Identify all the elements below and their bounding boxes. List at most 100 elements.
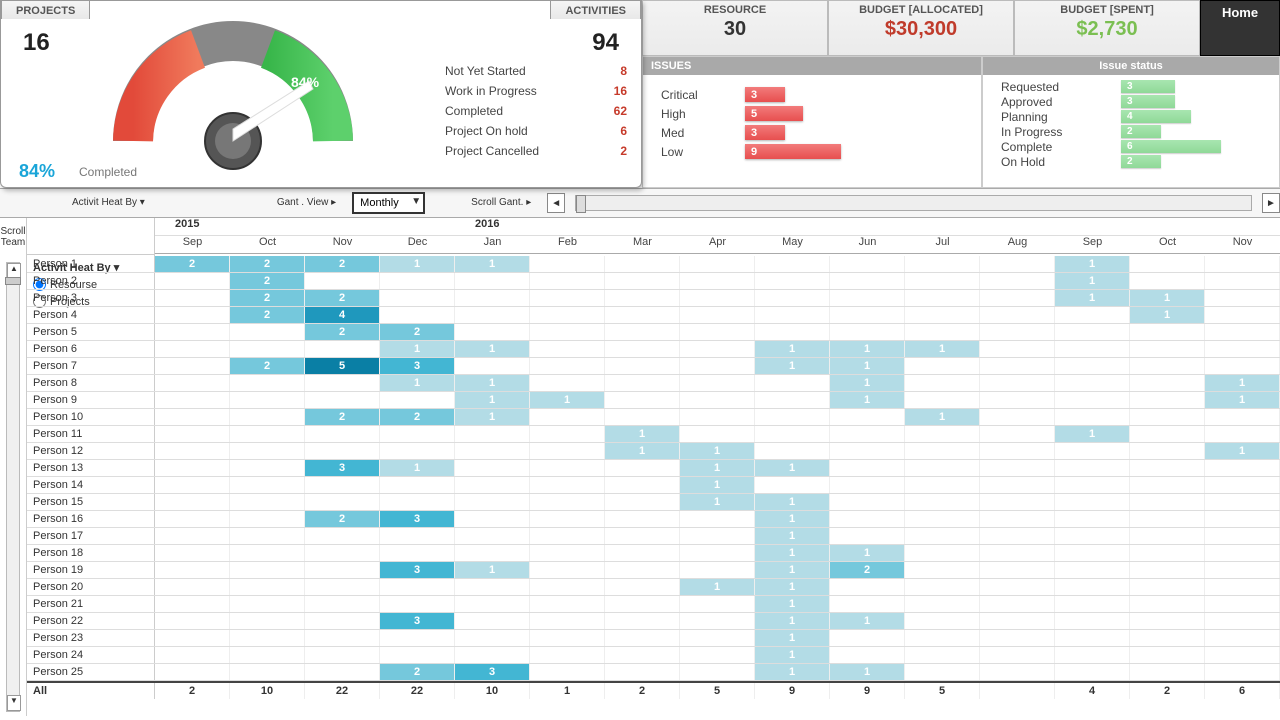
heatmap-cell[interactable] [530, 528, 605, 544]
heatmap-cell[interactable] [830, 409, 905, 425]
heatmap-cell[interactable] [155, 562, 230, 578]
heatmap-cell[interactable] [530, 273, 605, 289]
heatmap-cell[interactable] [1055, 307, 1130, 323]
heatmap-cell[interactable] [605, 409, 680, 425]
heatmap-cell[interactable] [680, 562, 755, 578]
heatmap-cell[interactable] [305, 630, 380, 646]
heatmap-cell[interactable] [605, 477, 680, 493]
person-name[interactable]: Person 15 [27, 494, 155, 510]
heatmap-cell[interactable] [755, 375, 830, 391]
heatmap-cell[interactable] [605, 579, 680, 595]
heatmap-cell[interactable] [380, 545, 455, 561]
heatmap-cell[interactable] [680, 630, 755, 646]
heatmap-cell[interactable] [455, 477, 530, 493]
heatmap-cell[interactable] [905, 528, 980, 544]
heatmap-cell[interactable] [155, 494, 230, 510]
heatmap-cell[interactable] [680, 511, 755, 527]
heatmap-cell[interactable] [980, 443, 1055, 459]
heatmap-cell[interactable]: 1 [1055, 256, 1130, 272]
heatmap-cell[interactable] [230, 460, 305, 476]
heatmap-cell[interactable]: 2 [305, 290, 380, 306]
heatmap-cell[interactable]: 1 [380, 375, 455, 391]
heatmap-cell[interactable] [1130, 256, 1205, 272]
heatmap-cell[interactable] [455, 579, 530, 595]
heatmap-cell[interactable]: 1 [455, 375, 530, 391]
person-name[interactable]: Person 9 [27, 392, 155, 408]
heatmap-cell[interactable] [905, 375, 980, 391]
heatmap-cell[interactable] [1130, 562, 1205, 578]
heatmap-cell[interactable] [755, 307, 830, 323]
heatmap-cell[interactable] [305, 528, 380, 544]
heatmap-cell[interactable]: 1 [755, 358, 830, 374]
heatmap-cell[interactable]: 1 [1130, 290, 1205, 306]
heatmap-cell[interactable] [530, 426, 605, 442]
heatmap-cell[interactable] [1130, 392, 1205, 408]
gant-view-label[interactable]: Gant . View ▸ [277, 198, 336, 208]
heatmap-cell[interactable] [1055, 613, 1130, 629]
heatmap-cell[interactable] [605, 613, 680, 629]
heatmap-cell[interactable]: 1 [455, 562, 530, 578]
heatmap-cell[interactable] [380, 647, 455, 663]
heatmap-cell[interactable] [305, 426, 380, 442]
person-name[interactable]: Person 5 [27, 324, 155, 340]
heatmap-cell[interactable] [830, 256, 905, 272]
heatmap-cell[interactable] [1205, 358, 1280, 374]
heatmap-cell[interactable]: 1 [380, 256, 455, 272]
heatmap-cell[interactable] [980, 307, 1055, 323]
heatmap-cell[interactable] [455, 290, 530, 306]
heatmap-cell[interactable] [455, 528, 530, 544]
heatmap-cell[interactable] [230, 528, 305, 544]
heatmap-cell[interactable] [455, 596, 530, 612]
person-name[interactable]: Person 10 [27, 409, 155, 425]
heatmap-cell[interactable] [980, 460, 1055, 476]
heatmap-cell[interactable] [830, 630, 905, 646]
heatmap-cell[interactable] [155, 528, 230, 544]
heatmap-cell[interactable] [530, 290, 605, 306]
heatmap-cell[interactable] [1205, 664, 1280, 680]
heatmap-cell[interactable] [380, 290, 455, 306]
person-name[interactable]: Person 1 [27, 256, 155, 272]
heatmap-cell[interactable]: 1 [455, 392, 530, 408]
heatmap-cell[interactable] [305, 545, 380, 561]
heatmap-cell[interactable] [1055, 545, 1130, 561]
activities-tab[interactable]: ACTIVITIES [550, 0, 641, 19]
heatmap-cell[interactable] [980, 256, 1055, 272]
heatmap-cell[interactable] [905, 511, 980, 527]
heatmap-cell[interactable] [1130, 511, 1205, 527]
heatmap-cell[interactable] [1205, 511, 1280, 527]
heatmap-cell[interactable] [305, 664, 380, 680]
home-button[interactable]: Home [1200, 0, 1280, 56]
person-name[interactable]: Person 7 [27, 358, 155, 374]
heatmap-cell[interactable] [680, 613, 755, 629]
heatmap-cell[interactable] [680, 307, 755, 323]
heatmap-cell[interactable] [155, 290, 230, 306]
heatmap-cell[interactable]: 1 [605, 443, 680, 459]
heatmap-cell[interactable] [1130, 579, 1205, 595]
heatmap-cell[interactable] [530, 596, 605, 612]
scroll-down-button[interactable]: ▼ [7, 695, 21, 711]
heatmap-cell[interactable]: 2 [230, 307, 305, 323]
heatmap-cell[interactable] [230, 392, 305, 408]
person-name[interactable]: Person 16 [27, 511, 155, 527]
heatmap-cell[interactable] [1130, 494, 1205, 510]
heatmap-cell[interactable] [305, 579, 380, 595]
heatmap-cell[interactable] [1130, 273, 1205, 289]
person-name[interactable]: Person 4 [27, 307, 155, 323]
person-name[interactable]: Person 3 [27, 290, 155, 306]
heatmap-cell[interactable]: 1 [755, 545, 830, 561]
heatmap-cell[interactable] [605, 494, 680, 510]
heatmap-cell[interactable] [1205, 324, 1280, 340]
heatmap-cell[interactable] [905, 613, 980, 629]
heatmap-cell[interactable] [230, 409, 305, 425]
heatmap-cell[interactable] [155, 324, 230, 340]
heatmap-cell[interactable] [1205, 273, 1280, 289]
heatmap-cell[interactable] [530, 613, 605, 629]
heatmap-cell[interactable] [530, 324, 605, 340]
heatmap-cell[interactable] [605, 358, 680, 374]
heatmap-cell[interactable]: 1 [755, 511, 830, 527]
heatmap-cell[interactable] [1205, 562, 1280, 578]
heatmap-cell[interactable] [530, 511, 605, 527]
heatmap-cell[interactable]: 1 [455, 256, 530, 272]
person-name[interactable]: Person 20 [27, 579, 155, 595]
heatmap-cell[interactable] [755, 409, 830, 425]
